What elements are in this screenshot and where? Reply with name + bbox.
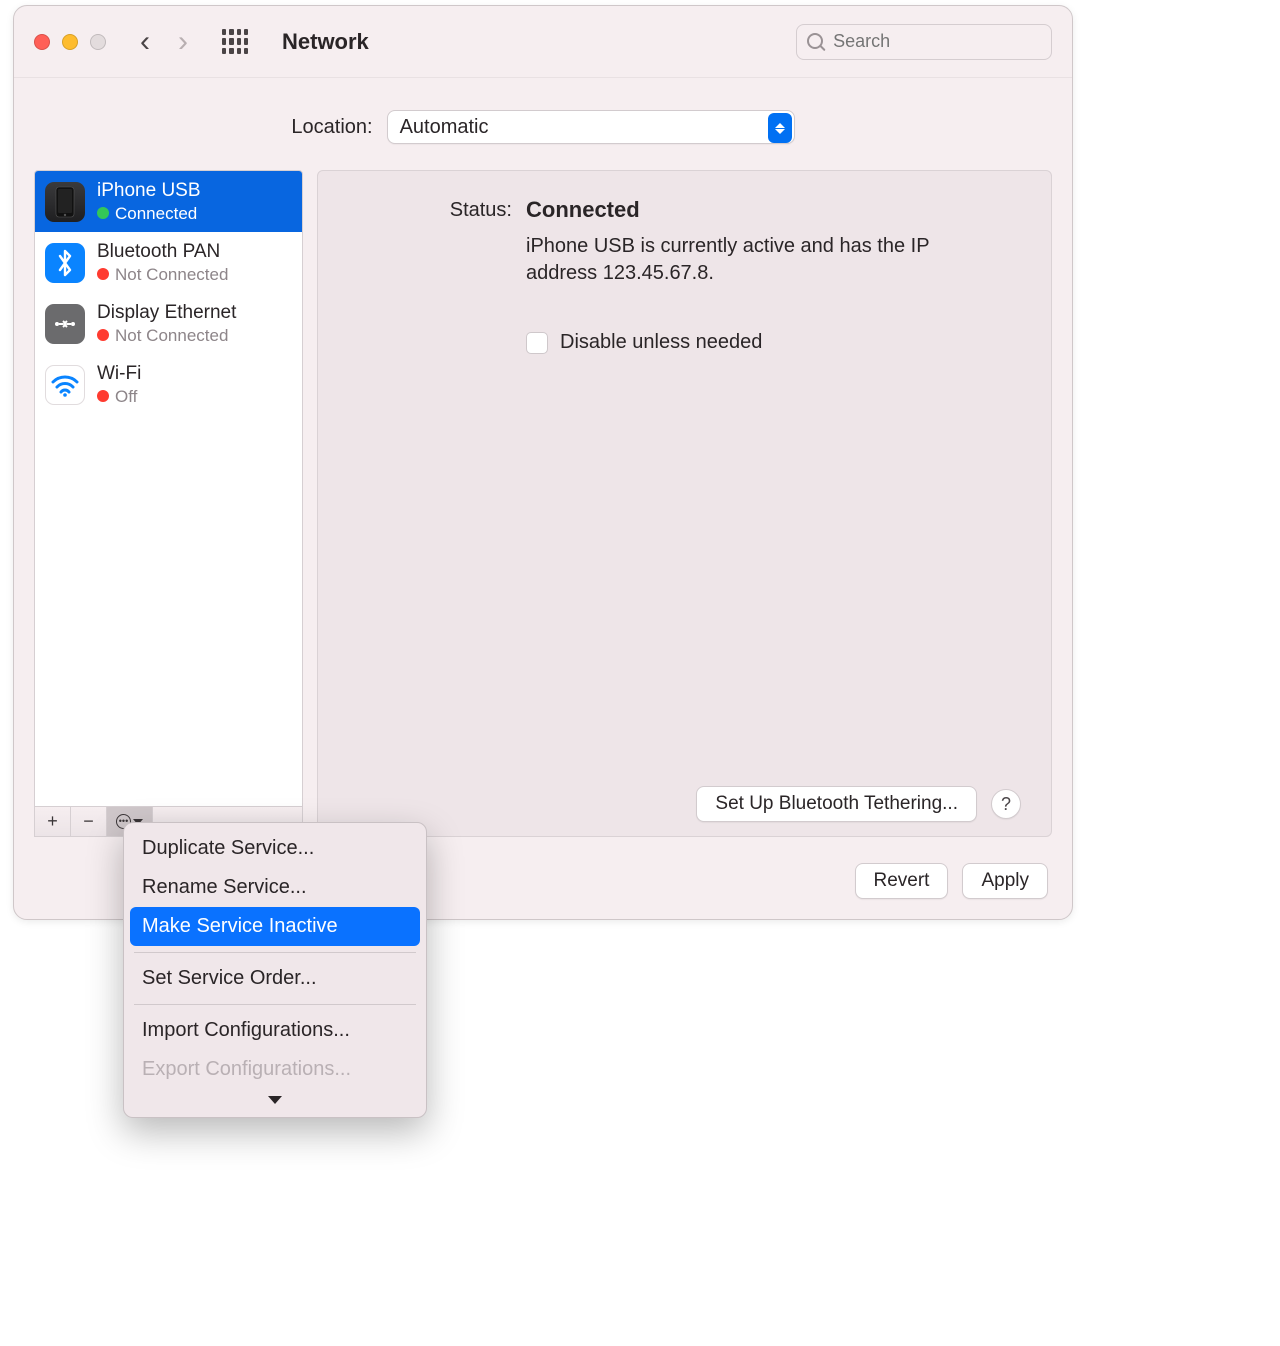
back-button[interactable]: ‹	[140, 27, 150, 57]
status-led-icon	[97, 329, 109, 341]
location-select[interactable]: Automatic	[387, 110, 795, 144]
window-title: Network	[282, 29, 369, 55]
menu-set-service-order[interactable]: Set Service Order...	[130, 959, 420, 998]
status-label: Status:	[348, 197, 512, 287]
service-list: iPhone USB Connected Bluetooth PAN	[35, 171, 302, 806]
apply-button[interactable]: Apply	[962, 863, 1048, 899]
status-description: iPhone USB is currently active and has t…	[526, 233, 946, 287]
revert-button[interactable]: Revert	[855, 863, 949, 899]
service-display-ethernet[interactable]: Display Ethernet Not Connected	[35, 293, 302, 354]
minimize-window-button[interactable]	[62, 34, 78, 50]
service-name: Bluetooth PAN	[97, 240, 228, 264]
detail-pane: Status: Connected iPhone USB is currentl…	[317, 170, 1052, 837]
status-led-icon	[97, 268, 109, 280]
service-wifi[interactable]: Wi-Fi Off	[35, 354, 302, 415]
service-iphone-usb[interactable]: iPhone USB Connected	[35, 171, 302, 232]
service-bluetooth-pan[interactable]: Bluetooth PAN Not Connected	[35, 232, 302, 293]
service-status: Not Connected	[97, 325, 236, 346]
menu-import-configurations[interactable]: Import Configurations...	[130, 1011, 420, 1050]
setup-bluetooth-tethering-button[interactable]: Set Up Bluetooth Tethering...	[696, 786, 977, 822]
bluetooth-icon	[45, 243, 85, 283]
menu-separator	[134, 952, 416, 953]
status-led-icon	[97, 390, 109, 402]
service-sidebar: iPhone USB Connected Bluetooth PAN	[34, 170, 303, 837]
iphone-icon	[45, 182, 85, 222]
location-value: Automatic	[400, 116, 489, 139]
service-status: Off	[97, 386, 141, 407]
service-name: iPhone USB	[97, 179, 201, 203]
menu-rename-service[interactable]: Rename Service...	[130, 868, 420, 907]
service-status: Not Connected	[97, 264, 228, 285]
search-field[interactable]	[796, 24, 1052, 60]
search-icon	[807, 33, 823, 51]
menu-export-configurations: Export Configurations...	[130, 1050, 420, 1089]
disable-unless-needed-label: Disable unless needed	[560, 331, 762, 354]
remove-service-button[interactable]: −	[71, 807, 107, 836]
wifi-icon	[45, 365, 85, 405]
service-name: Wi-Fi	[97, 362, 141, 386]
select-stepper-icon	[768, 113, 792, 143]
search-input[interactable]	[831, 30, 1041, 53]
status-value: Connected	[526, 197, 1021, 223]
status-led-icon	[97, 207, 109, 219]
titlebar: ‹ › Network	[14, 6, 1072, 78]
service-name: Display Ethernet	[97, 301, 236, 325]
zoom-window-button[interactable]	[90, 34, 106, 50]
location-row: Location: Automatic	[14, 78, 1072, 170]
display-ethernet-icon	[45, 304, 85, 344]
menu-scroll-down-icon[interactable]	[130, 1089, 420, 1111]
forward-button[interactable]: ›	[178, 27, 188, 57]
add-service-button[interactable]: +	[35, 807, 71, 836]
menu-make-service-inactive[interactable]: Make Service Inactive	[130, 907, 420, 946]
show-all-icon[interactable]	[222, 29, 248, 55]
network-preferences-window: ‹ › Network Location: Automatic	[13, 5, 1073, 920]
close-window-button[interactable]	[34, 34, 50, 50]
location-label: Location:	[291, 116, 372, 139]
window-controls	[34, 34, 106, 50]
help-button[interactable]: ?	[991, 789, 1021, 819]
disable-unless-needed-checkbox[interactable]	[526, 332, 548, 354]
nav-arrows: ‹ ›	[140, 27, 188, 57]
service-status: Connected	[97, 203, 201, 224]
menu-duplicate-service[interactable]: Duplicate Service...	[130, 829, 420, 868]
service-actions-menu: Duplicate Service... Rename Service... M…	[123, 822, 427, 1118]
menu-separator	[134, 1004, 416, 1005]
